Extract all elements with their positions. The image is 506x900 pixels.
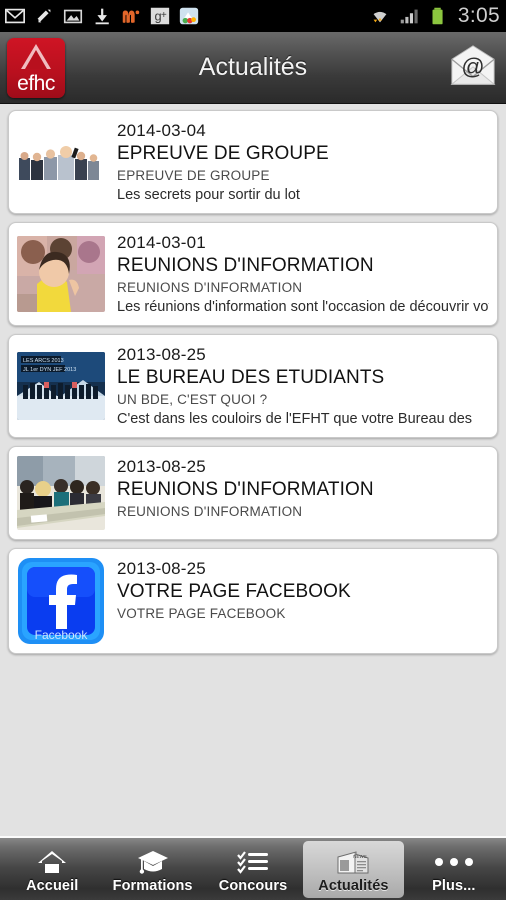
ski-trip-group-photo: LES ARCS 2013 JL 1er DYN JEF 2013 [17, 352, 105, 420]
list-item-subtitle: REUNIONS D'INFORMATION [117, 280, 303, 295]
list-item[interactable]: 2014-03-04 EPREUVE DE GROUPE EPREUVE DE … [8, 110, 498, 214]
list-item-thumbnail [17, 456, 105, 530]
list-item-date: 2013-08-25 [117, 345, 206, 364]
page-title: Actualités [198, 53, 308, 81]
efhc-logo[interactable]: efhc [7, 37, 65, 98]
svg-text:@: @ [461, 54, 484, 80]
tab-formations[interactable]: Formations [102, 841, 202, 898]
list-item-body: 2014-03-01 REUNIONS D'INFORMATION REUNIO… [117, 231, 489, 317]
tab-label: Concours [218, 878, 288, 894]
news-list[interactable]: 2014-03-04 EPREUVE DE GROUPE EPREUVE DE … [0, 104, 506, 836]
list-item-body: 2013-08-25 LE BUREAU DES ETUDIANTS UN BD… [117, 343, 489, 429]
list-item-thumbnail: LES ARCS 2013 JL 1er DYN JEF 2013 [17, 352, 105, 420]
list-item-date: 2014-03-04 [117, 121, 206, 140]
svg-text:JL 1er DYN JEF 2013: JL 1er DYN JEF 2013 [23, 367, 76, 373]
list-item-body: 2013-08-25 REUNIONS D'INFORMATION REUNIO… [117, 455, 489, 521]
m-app-icon [120, 5, 142, 27]
checklist-icon [237, 847, 269, 877]
download-icon [91, 5, 113, 27]
tab-actualites[interactable]: NEWS Actualités [303, 841, 404, 898]
status-bar-clock: 3:05 [457, 4, 500, 27]
more-dots-icon [434, 847, 473, 877]
facebook-logo-icon: Facebook [18, 558, 104, 644]
list-item[interactable]: LES ARCS 2013 JL 1er DYN JEF 2013 2013-0… [8, 334, 498, 438]
google-plus-icon: g + [149, 5, 171, 27]
battery-icon [427, 5, 449, 27]
list-item-subtitle: UN BDE, C'EST QUOI ? [117, 392, 268, 407]
app-header: efhc Actualités @ [0, 32, 506, 104]
list-item-date: 2013-08-25 [117, 559, 206, 578]
list-item[interactable]: Facebook 2013-08-25 VOTRE PAGE FACEBOOK … [8, 548, 498, 654]
list-item-description: C'est dans les couloirs de l'EFHT que vo… [117, 411, 473, 427]
list-item-subtitle: REUNIONS D'INFORMATION [117, 504, 303, 519]
tab-accueil[interactable]: Accueil [2, 841, 102, 898]
envelope-at-icon: @ [448, 43, 498, 92]
group-of-people-photo [17, 144, 105, 180]
sync-icon [33, 5, 55, 27]
home-icon [37, 847, 67, 877]
list-item-subtitle: EPREUVE DE GROUPE [117, 168, 270, 183]
svg-text:Facebook: Facebook [35, 628, 89, 642]
list-item-title: LE BUREAU DES ETUDIANTS [117, 367, 385, 388]
tab-label: Formations [112, 878, 193, 894]
list-item-body: 2014-03-04 EPREUVE DE GROUPE EPREUVE DE … [117, 119, 489, 205]
list-item[interactable]: 2014-03-01 REUNIONS D'INFORMATION REUNIO… [8, 222, 498, 326]
list-item-title: REUNIONS D'INFORMATION [117, 255, 374, 276]
list-item-subtitle: VOTRE PAGE FACEBOOK [117, 606, 286, 621]
list-item-thumbnail [17, 144, 105, 180]
list-item-date: 2014-03-01 [117, 233, 206, 252]
svg-text:NEWS: NEWS [354, 854, 368, 859]
svg-text:LES ARCS 2013: LES ARCS 2013 [23, 358, 64, 364]
list-item-body: 2013-08-25 VOTRE PAGE FACEBOOK VOTRE PAG… [117, 557, 489, 623]
list-item-title: VOTRE PAGE FACEBOOK [117, 581, 351, 602]
classroom-students-photo [17, 456, 105, 530]
tab-label: Accueil [26, 878, 79, 894]
contact-mail-button[interactable]: @ [447, 42, 499, 94]
tab-label: Plus... [432, 878, 476, 894]
svg-text:+: + [161, 10, 167, 21]
list-item-description: Les secrets pour sortir du lot [117, 187, 300, 203]
tab-concours[interactable]: Concours [203, 841, 303, 898]
newspaper-icon: NEWS [336, 847, 370, 877]
photo-icon [62, 5, 84, 27]
logo-triangle-inner-icon [25, 49, 47, 69]
list-item-title: EPREUVE DE GROUPE [117, 143, 329, 164]
tab-plus[interactable]: Plus... [404, 841, 504, 898]
list-item-thumbnail [17, 236, 105, 312]
list-item-thumbnail: Facebook [17, 557, 105, 645]
audience-woman-yellow-photo [17, 236, 105, 312]
bottom-tab-bar: Accueil Formations Concours NEWS Actuali… [0, 836, 506, 900]
list-item-date: 2013-08-25 [117, 457, 206, 476]
gmail-icon [4, 5, 26, 27]
gallery-app-icon [178, 5, 200, 27]
app-root: g + 3:05 efhc Actualités @ 2014-03-04 EP… [0, 0, 506, 900]
list-item-description: Les réunions d'information sont l'occasi… [117, 299, 489, 315]
wifi-icon [369, 5, 391, 27]
list-item-title: REUNIONS D'INFORMATION [117, 479, 374, 500]
tab-label: Actualités [318, 878, 389, 894]
graduation-cap-icon [137, 847, 169, 877]
status-bar-notifications: g + [4, 5, 200, 27]
status-bar: g + 3:05 [0, 0, 506, 32]
status-bar-system: 3:05 [369, 5, 500, 27]
logo-text: efhc [17, 71, 55, 95]
signal-icon [398, 5, 420, 27]
list-item[interactable]: 2013-08-25 REUNIONS D'INFORMATION REUNIO… [8, 446, 498, 540]
